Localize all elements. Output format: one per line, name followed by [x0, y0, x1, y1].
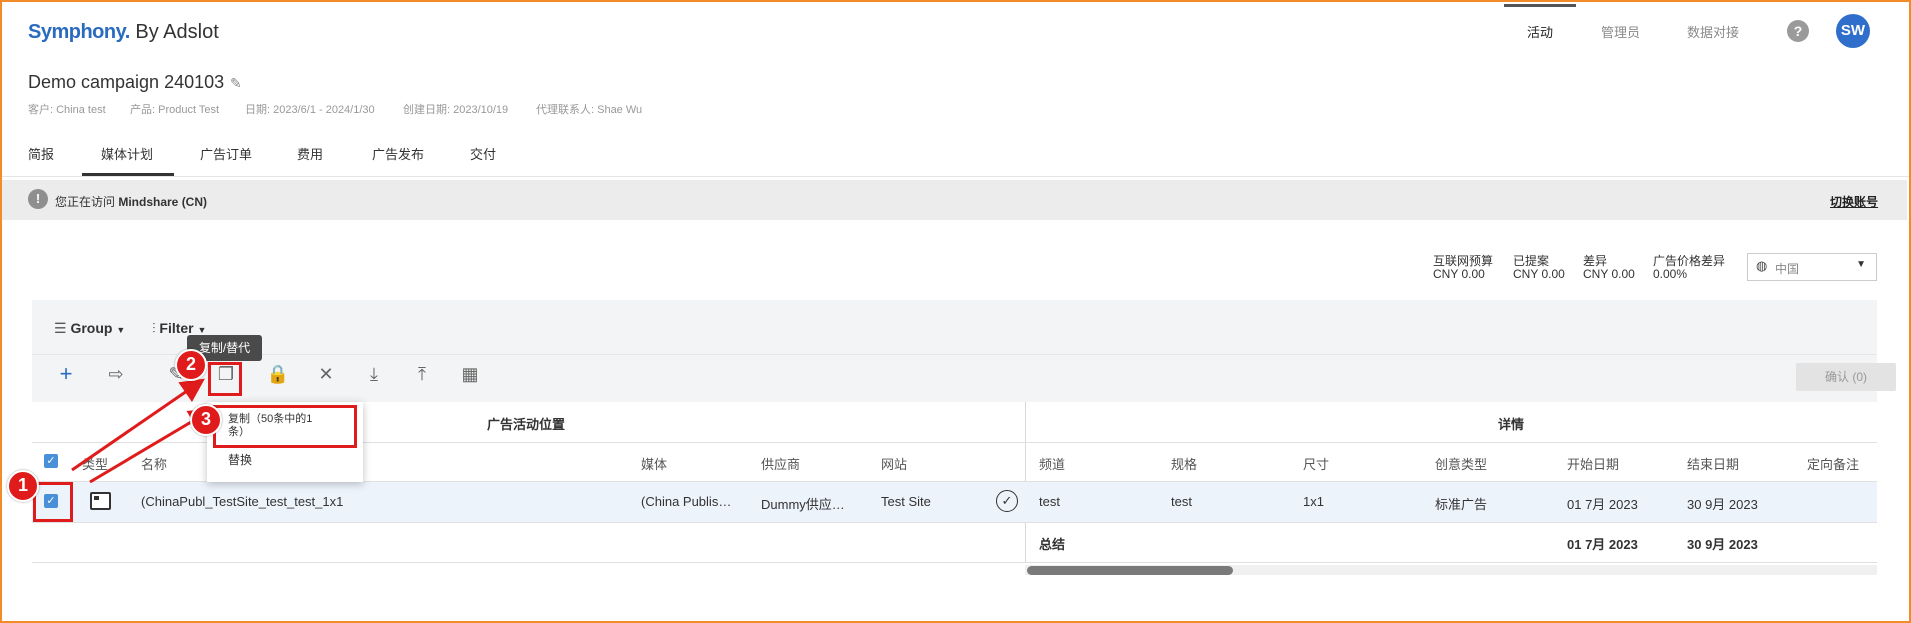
annotation-badge-1: 1	[7, 470, 39, 502]
arrow-to-copy	[71, 378, 205, 472]
annotation-badge-3: 3	[190, 404, 222, 436]
annotation-badge-2: 2	[175, 349, 207, 381]
annotation-arrows	[71, 378, 214, 484]
